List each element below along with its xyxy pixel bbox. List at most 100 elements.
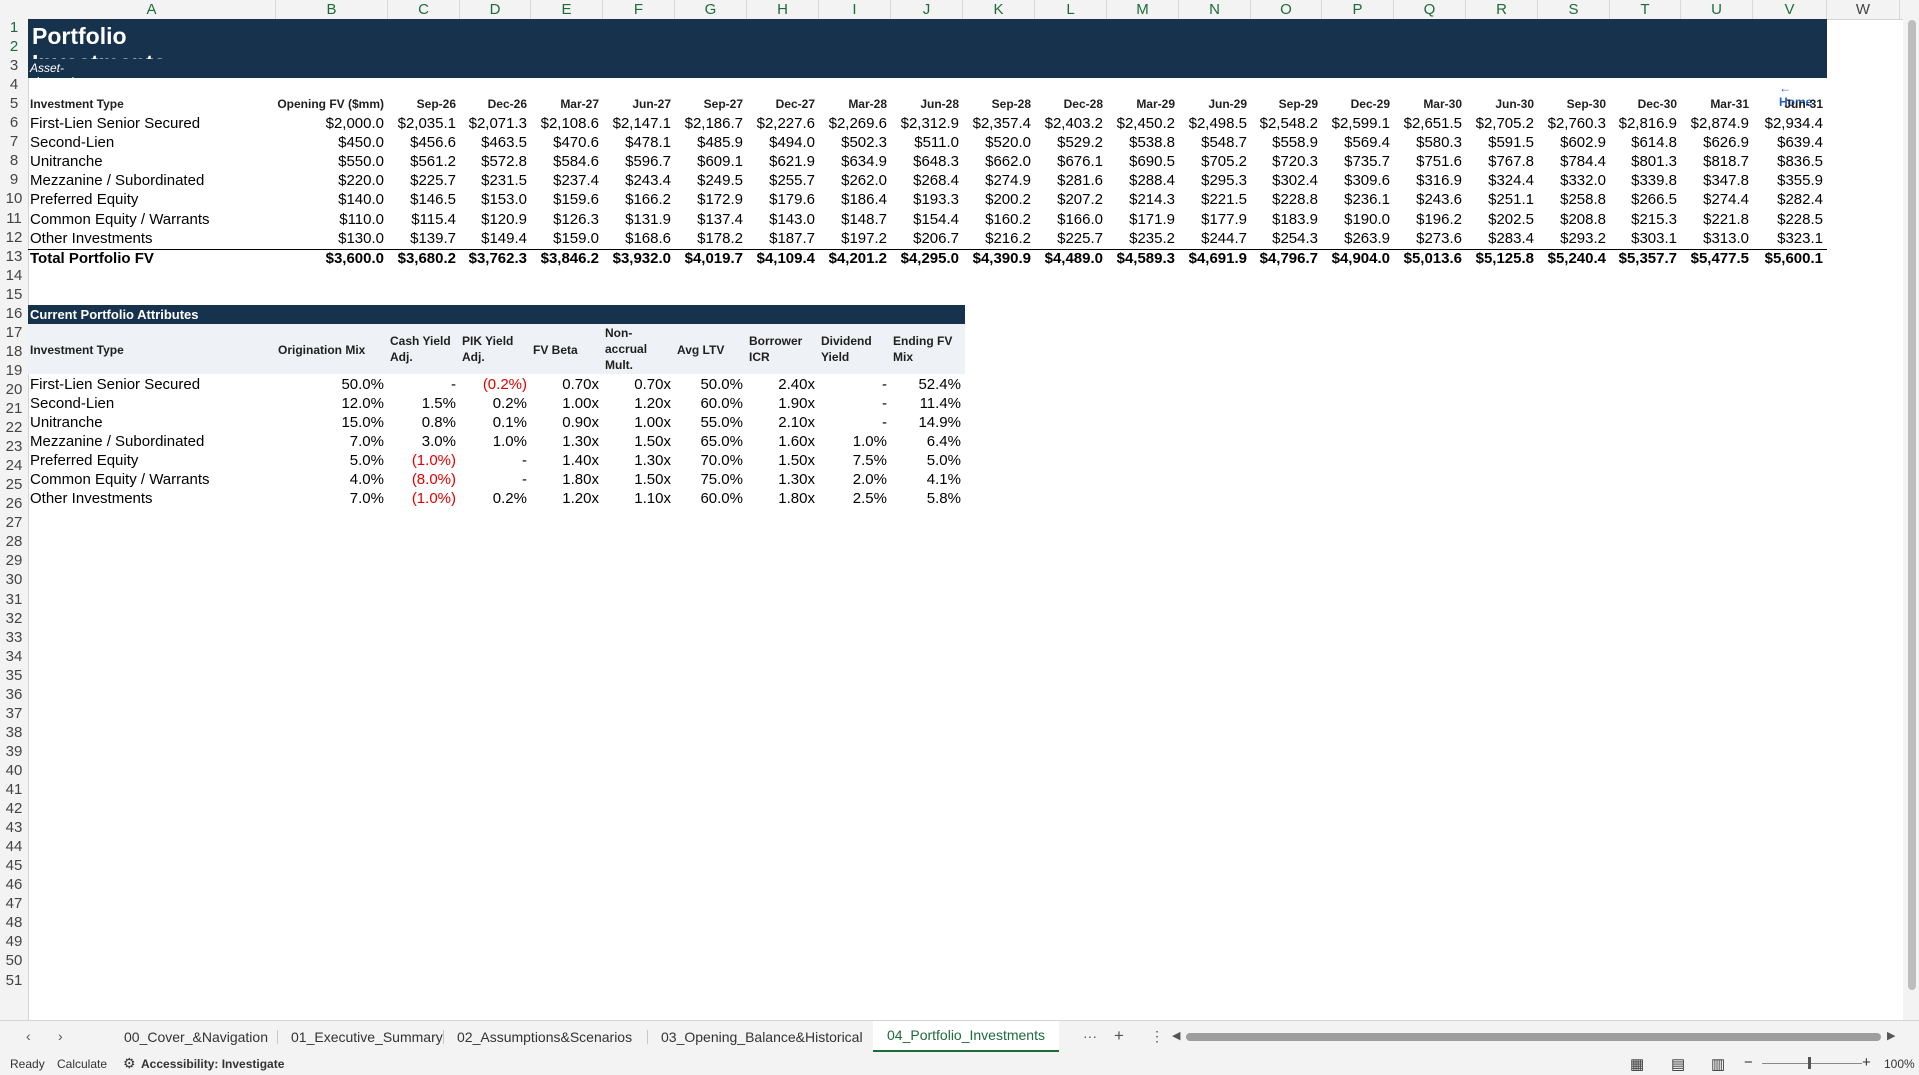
row-header-14[interactable]: 14 (0, 267, 28, 284)
column-header-v[interactable]: V (1753, 0, 1827, 19)
row-header-28[interactable]: 28 (0, 533, 28, 550)
row-header-47[interactable]: 47 (0, 895, 28, 912)
column-header-c[interactable]: C (388, 0, 460, 19)
column-header-p[interactable]: P (1322, 0, 1394, 19)
vertical-scroll-thumb[interactable] (1908, 20, 1916, 990)
column-header-m[interactable]: M (1107, 0, 1179, 19)
row-header-1[interactable]: 1 (0, 19, 28, 36)
row-header-50[interactable]: 50 (0, 952, 28, 969)
page-break-icon[interactable]: ▥ (1711, 1055, 1725, 1073)
row-header-10[interactable]: 10 (0, 190, 28, 207)
sheet-tab-3[interactable]: 03_Opening_Balance&Historical (647, 1021, 877, 1053)
page-layout-icon[interactable]: ▤ (1671, 1055, 1685, 1073)
column-header-g[interactable]: G (675, 0, 747, 19)
row-header-26[interactable]: 26 (0, 495, 28, 512)
column-header-e[interactable]: E (531, 0, 603, 19)
row-header-43[interactable]: 43 (0, 819, 28, 836)
column-header-f[interactable]: F (603, 0, 675, 19)
row-header-7[interactable]: 7 (0, 133, 28, 150)
row-header-41[interactable]: 41 (0, 781, 28, 798)
row-header-35[interactable]: 35 (0, 667, 28, 684)
hscroll-left-icon[interactable]: ◀ (1172, 1029, 1180, 1042)
row-header-30[interactable]: 30 (0, 571, 28, 588)
row-header-45[interactable]: 45 (0, 857, 28, 874)
row-header-4[interactable]: 4 (0, 76, 28, 93)
row-header-38[interactable]: 38 (0, 724, 28, 741)
normal-view-icon[interactable]: ▦ (1630, 1055, 1644, 1073)
row-header-11[interactable]: 11 (0, 210, 28, 227)
sheet-tab-1[interactable]: 01_Executive_Summary (277, 1021, 457, 1053)
row-header-17[interactable]: 17 (0, 324, 28, 341)
column-header-i[interactable]: I (819, 0, 891, 19)
row-header-19[interactable]: 19 (0, 362, 28, 379)
add-sheet-button[interactable]: + (1114, 1026, 1124, 1046)
sheet-tab-4[interactable]: 04_Portfolio_Investments (873, 1021, 1059, 1053)
row-header-49[interactable]: 49 (0, 933, 28, 950)
row-header-8[interactable]: 8 (0, 152, 28, 169)
row-header-24[interactable]: 24 (0, 457, 28, 474)
scroll-tabs-right-icon[interactable]: › (58, 1028, 63, 1044)
row-header-51[interactable]: 51 (0, 972, 28, 989)
vertical-scrollbar[interactable] (1903, 0, 1919, 1020)
column-header-h[interactable]: H (747, 0, 819, 19)
sheet-tab-0[interactable]: 00_Cover_&Navigation (110, 1021, 282, 1053)
row-header-13[interactable]: 13 (0, 248, 28, 265)
column-header-k[interactable]: K (963, 0, 1035, 19)
row-header-40[interactable]: 40 (0, 762, 28, 779)
row-header-39[interactable]: 39 (0, 743, 28, 760)
row-header-46[interactable]: 46 (0, 876, 28, 893)
column-header-n[interactable]: N (1179, 0, 1251, 19)
horizontal-scroll-thumb[interactable] (1186, 1033, 1881, 1041)
row-header-18[interactable]: 18 (0, 343, 28, 360)
status-accessibility[interactable]: Accessibility: Investigate (141, 1057, 284, 1071)
column-header-l[interactable]: L (1035, 0, 1107, 19)
column-header-q[interactable]: Q (1394, 0, 1466, 19)
status-calculate[interactable]: Calculate (57, 1057, 107, 1071)
row-header-29[interactable]: 29 (0, 552, 28, 569)
row-header-31[interactable]: 31 (0, 591, 28, 608)
row-header-2[interactable]: 2 (0, 38, 28, 55)
row-header-22[interactable]: 22 (0, 419, 28, 436)
column-header-b[interactable]: B (276, 0, 388, 19)
zoom-slider-thumb[interactable] (1808, 1057, 1811, 1069)
column-header-o[interactable]: O (1251, 0, 1322, 19)
row-header-6[interactable]: 6 (0, 114, 28, 131)
row-header-25[interactable]: 25 (0, 476, 28, 493)
scroll-tabs-left-icon[interactable]: ‹ (26, 1028, 31, 1044)
row-header-32[interactable]: 32 (0, 610, 28, 627)
zoom-slider[interactable] (1762, 1063, 1862, 1064)
row-header-27[interactable]: 27 (0, 514, 28, 531)
row-header-5[interactable]: 5 (0, 95, 28, 112)
row-header-3[interactable]: 3 (0, 57, 28, 74)
column-header-a[interactable]: A (28, 0, 276, 19)
row-header-42[interactable]: 42 (0, 800, 28, 817)
row-header-37[interactable]: 37 (0, 705, 28, 722)
row-header-16[interactable]: 16 (0, 305, 28, 322)
row-header-15[interactable]: 15 (0, 286, 28, 303)
row-header-20[interactable]: 20 (0, 381, 28, 398)
zoom-out-icon[interactable]: − (1744, 1054, 1753, 1071)
row-header-9[interactable]: 9 (0, 171, 28, 188)
row-header-12[interactable]: 12 (0, 229, 28, 246)
row-header-21[interactable]: 21 (0, 400, 28, 417)
zoom-in-icon[interactable]: + (1862, 1054, 1871, 1071)
row-header-23[interactable]: 23 (0, 438, 28, 455)
tab-menu-icon[interactable]: ⋮ (1150, 1028, 1164, 1045)
row-header-34[interactable]: 34 (0, 648, 28, 665)
hscroll-right-icon[interactable]: ▶ (1887, 1029, 1895, 1042)
column-header-r[interactable]: R (1466, 0, 1538, 19)
row-header-33[interactable]: 33 (0, 629, 28, 646)
row-header-36[interactable]: 36 (0, 686, 28, 703)
column-header-s[interactable]: S (1538, 0, 1610, 19)
row-header-48[interactable]: 48 (0, 914, 28, 931)
column-header-d[interactable]: D (460, 0, 531, 19)
column-header-u[interactable]: U (1681, 0, 1753, 19)
fv-header-cell: Dec-28 (1063, 97, 1103, 112)
more-tabs-button[interactable]: ··· (1083, 1028, 1097, 1044)
column-header-t[interactable]: T (1610, 0, 1681, 19)
column-header-w[interactable]: W (1827, 0, 1900, 19)
row-header-44[interactable]: 44 (0, 838, 28, 855)
sheet-tab-2[interactable]: 02_Assumptions&Scenarios (443, 1021, 646, 1053)
column-header-j[interactable]: J (891, 0, 963, 19)
zoom-level[interactable]: 100% (1884, 1057, 1915, 1071)
